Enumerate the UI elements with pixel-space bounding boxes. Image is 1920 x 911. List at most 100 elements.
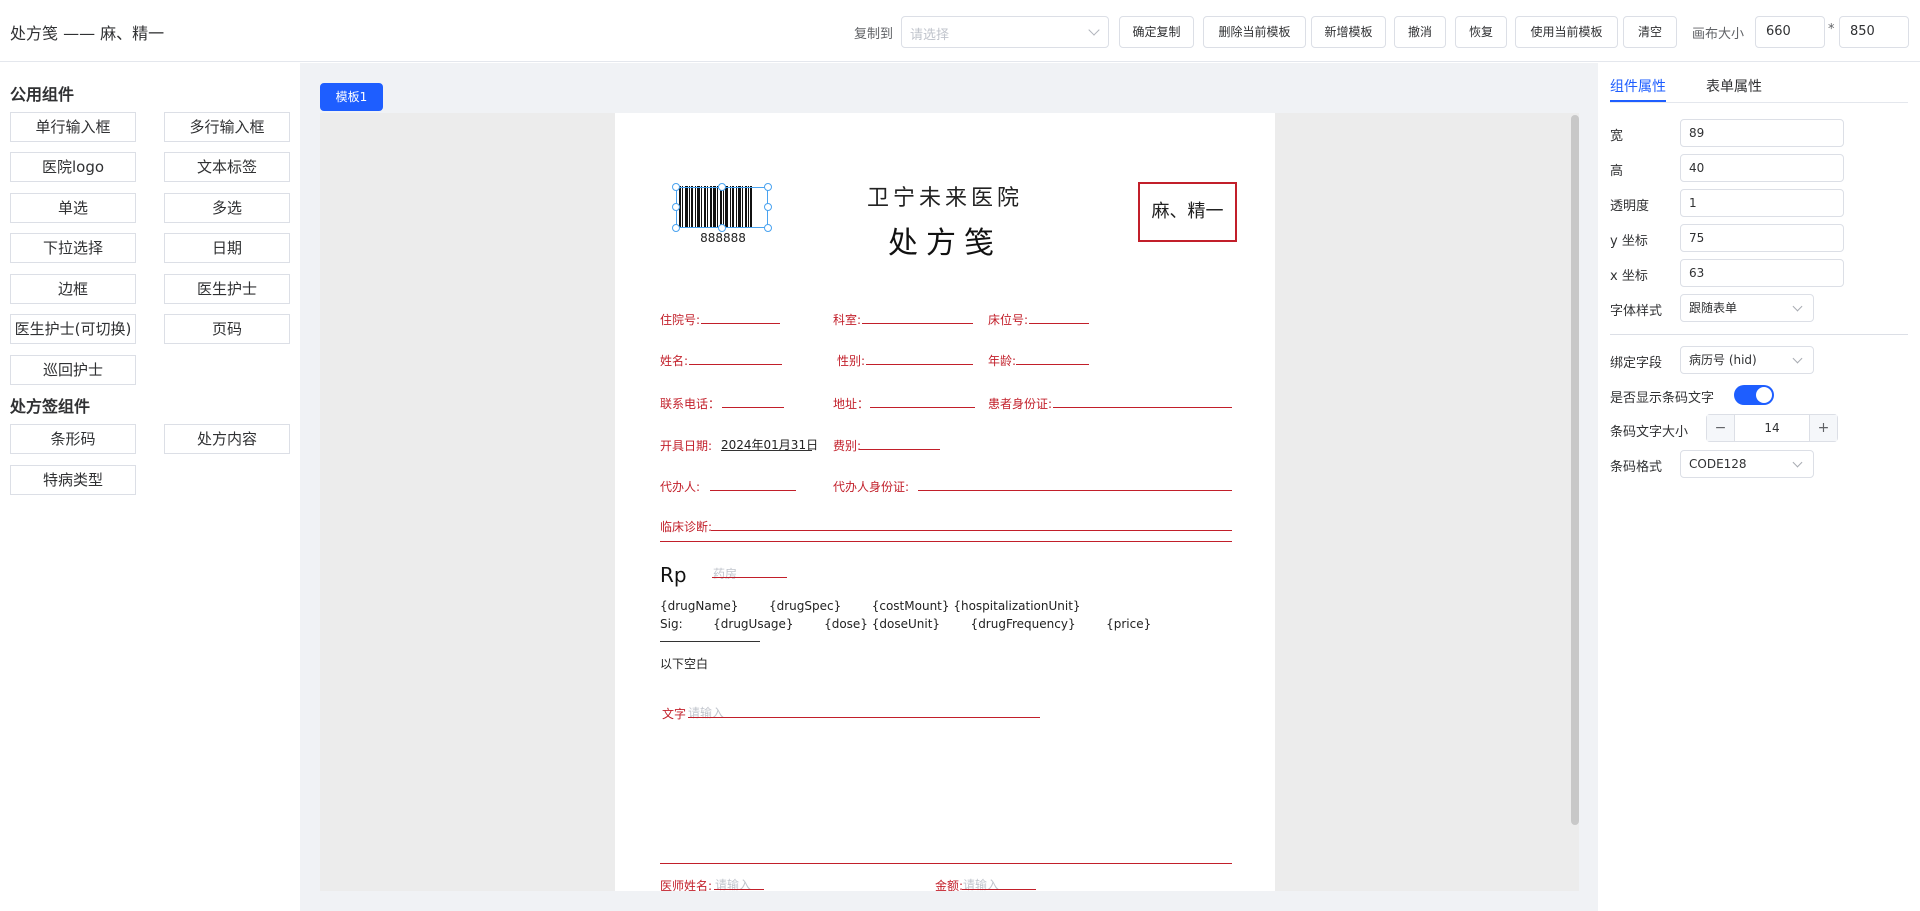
phone-label: 联系电话：: [660, 397, 721, 411]
name-field[interactable]: [689, 364, 782, 365]
chevron-down-icon: [1088, 24, 1100, 36]
component-doctor-nurse-switchable[interactable]: 医生护士(可切换): [10, 314, 136, 344]
text-field[interactable]: [688, 717, 1040, 718]
department-label: 科室:: [833, 313, 862, 327]
bind-field-label: 绑定字段: [1610, 356, 1663, 371]
component-dropdown[interactable]: 下拉选择: [10, 233, 136, 263]
page-title: 处方笺 —— 麻、精一: [10, 24, 165, 43]
diagnosis-label: 临床诊断:: [660, 520, 713, 534]
phone-field[interactable]: [722, 407, 784, 408]
canvas-width-input[interactable]: 660: [1755, 16, 1825, 48]
drug-type-stamp[interactable]: 麻、精一: [1138, 182, 1237, 242]
component-hospital-logo[interactable]: 医院logo: [10, 152, 136, 182]
y-coordinate-input[interactable]: 75: [1680, 224, 1844, 252]
component-multi-line-input[interactable]: 多行输入框: [164, 112, 290, 142]
prescription-paper[interactable]: 888888 卫宁未来医院 处方笺 麻、精一 住院号: 科室: 床位号: 姓名:…: [615, 113, 1275, 891]
admission-no-field[interactable]: [701, 323, 780, 324]
use-template-button[interactable]: 使用当前模板: [1515, 16, 1618, 48]
blank-below-text: 以下空白: [660, 657, 709, 671]
font-style-select[interactable]: 跟随表单: [1680, 294, 1814, 322]
address-field[interactable]: [870, 407, 975, 408]
agent-id-label: 代办人身份证:: [833, 480, 910, 494]
pharmacy-placeholder[interactable]: 药房: [713, 565, 737, 582]
decrement-button[interactable]: −: [1707, 415, 1735, 441]
show-barcode-text-label: 是否显示条码文字: [1610, 391, 1715, 406]
toggle-knob: [1756, 387, 1772, 403]
width-label: 宽: [1610, 129, 1624, 144]
component-single-line-input[interactable]: 单行输入框: [10, 112, 136, 142]
rx-separator: [660, 641, 760, 642]
tab-form-properties[interactable]: 表单属性: [1706, 76, 1762, 96]
doctor-name-label: 医师姓名:: [660, 879, 713, 891]
amount-label: 金额:: [935, 879, 964, 891]
rx-components-title: 处方签组件: [10, 397, 91, 416]
component-barcode[interactable]: 条形码: [10, 424, 136, 454]
clear-button[interactable]: 清空: [1623, 16, 1677, 48]
age-field[interactable]: [1016, 364, 1089, 365]
agent-id-field[interactable]: [918, 490, 1232, 491]
barcode-font-size-value[interactable]: 14: [1735, 415, 1809, 441]
barcode-font-size-stepper[interactable]: − 14 +: [1706, 414, 1838, 442]
fee-type-label: 费别:: [833, 439, 862, 453]
bed-no-field[interactable]: [1029, 323, 1089, 324]
rx-content-line[interactable]: {drugName} {drugSpec} {costMount} {hospi…: [660, 599, 1081, 613]
amount-field[interactable]: [962, 889, 1036, 890]
show-barcode-text-toggle[interactable]: [1734, 385, 1774, 405]
text-label: 文字: [662, 707, 687, 721]
font-style-label: 字体样式: [1610, 304, 1663, 319]
font-style-value: 跟随表单: [1689, 301, 1738, 315]
component-border[interactable]: 边框: [10, 274, 136, 304]
delete-template-button[interactable]: 删除当前模板: [1203, 16, 1306, 48]
x-coordinate-label: x 坐标: [1610, 269, 1648, 284]
component-circulating-nurse[interactable]: 巡回护士: [10, 355, 136, 385]
opacity-input[interactable]: 1: [1680, 189, 1844, 217]
template-tab[interactable]: 模板1: [320, 83, 383, 111]
barcode-format-value: CODE128: [1689, 457, 1747, 471]
agent-field[interactable]: [710, 490, 796, 491]
redo-button[interactable]: 恢复: [1455, 16, 1507, 48]
gender-field[interactable]: [866, 364, 973, 365]
diagnosis-separator: [660, 541, 1232, 542]
barcode-format-label: 条码格式: [1610, 460, 1663, 475]
component-date[interactable]: 日期: [164, 233, 290, 263]
tab-bar-border: [1610, 102, 1908, 103]
x-coordinate-input[interactable]: 63: [1680, 259, 1844, 287]
agent-label: 代办人:: [660, 480, 701, 494]
section-divider: [1610, 334, 1908, 335]
rx-content-line[interactable]: Sig: {drugUsage} {dose} {doseUnit} {drug…: [660, 617, 1151, 631]
diagnosis-field[interactable]: [711, 530, 1232, 531]
height-input[interactable]: 40: [1680, 154, 1844, 182]
component-special-disease-type[interactable]: 特病类型: [10, 465, 136, 495]
component-doctor-nurse[interactable]: 医生护士: [164, 274, 290, 304]
barcode-format-select[interactable]: CODE128: [1680, 450, 1814, 478]
component-page-number[interactable]: 页码: [164, 314, 290, 344]
component-rx-content[interactable]: 处方内容: [164, 424, 290, 454]
age-label: 年龄:: [988, 354, 1017, 368]
chevron-down-icon: [1792, 301, 1803, 312]
copy-to-placeholder: 请选择: [910, 28, 950, 43]
canvas-scrollbar[interactable]: [1571, 115, 1579, 825]
active-tab-indicator: [1610, 100, 1666, 102]
text-placeholder[interactable]: 请输入: [688, 704, 724, 721]
patient-id-label: 患者身份证:: [988, 397, 1053, 411]
copy-to-select[interactable]: 请选择: [901, 16, 1109, 48]
width-input[interactable]: 89: [1680, 119, 1844, 147]
patient-id-field[interactable]: [1053, 407, 1232, 408]
canvas-height-input[interactable]: 850: [1839, 16, 1909, 48]
confirm-copy-button[interactable]: 确定复制: [1119, 16, 1194, 48]
add-template-button[interactable]: 新增模板: [1311, 16, 1386, 48]
properties-panel: 组件属性 表单属性 宽 89 高 40 透明度 1 y 坐标 75 x 坐标 6…: [1598, 63, 1920, 911]
tab-component-properties[interactable]: 组件属性: [1610, 76, 1666, 96]
department-field[interactable]: [862, 323, 973, 324]
fee-type-field[interactable]: [859, 449, 940, 450]
increment-button[interactable]: +: [1809, 415, 1837, 441]
component-text-label[interactable]: 文本标签: [164, 152, 290, 182]
height-label: 高: [1610, 164, 1624, 179]
doctor-name-field[interactable]: [714, 889, 764, 890]
component-checkbox[interactable]: 多选: [164, 193, 290, 223]
component-radio[interactable]: 单选: [10, 193, 136, 223]
chevron-down-icon: [1792, 353, 1803, 364]
undo-button[interactable]: 撤消: [1394, 16, 1446, 48]
pharmacy-field[interactable]: [712, 577, 787, 578]
bind-field-select[interactable]: 病历号 (hid): [1680, 346, 1814, 374]
